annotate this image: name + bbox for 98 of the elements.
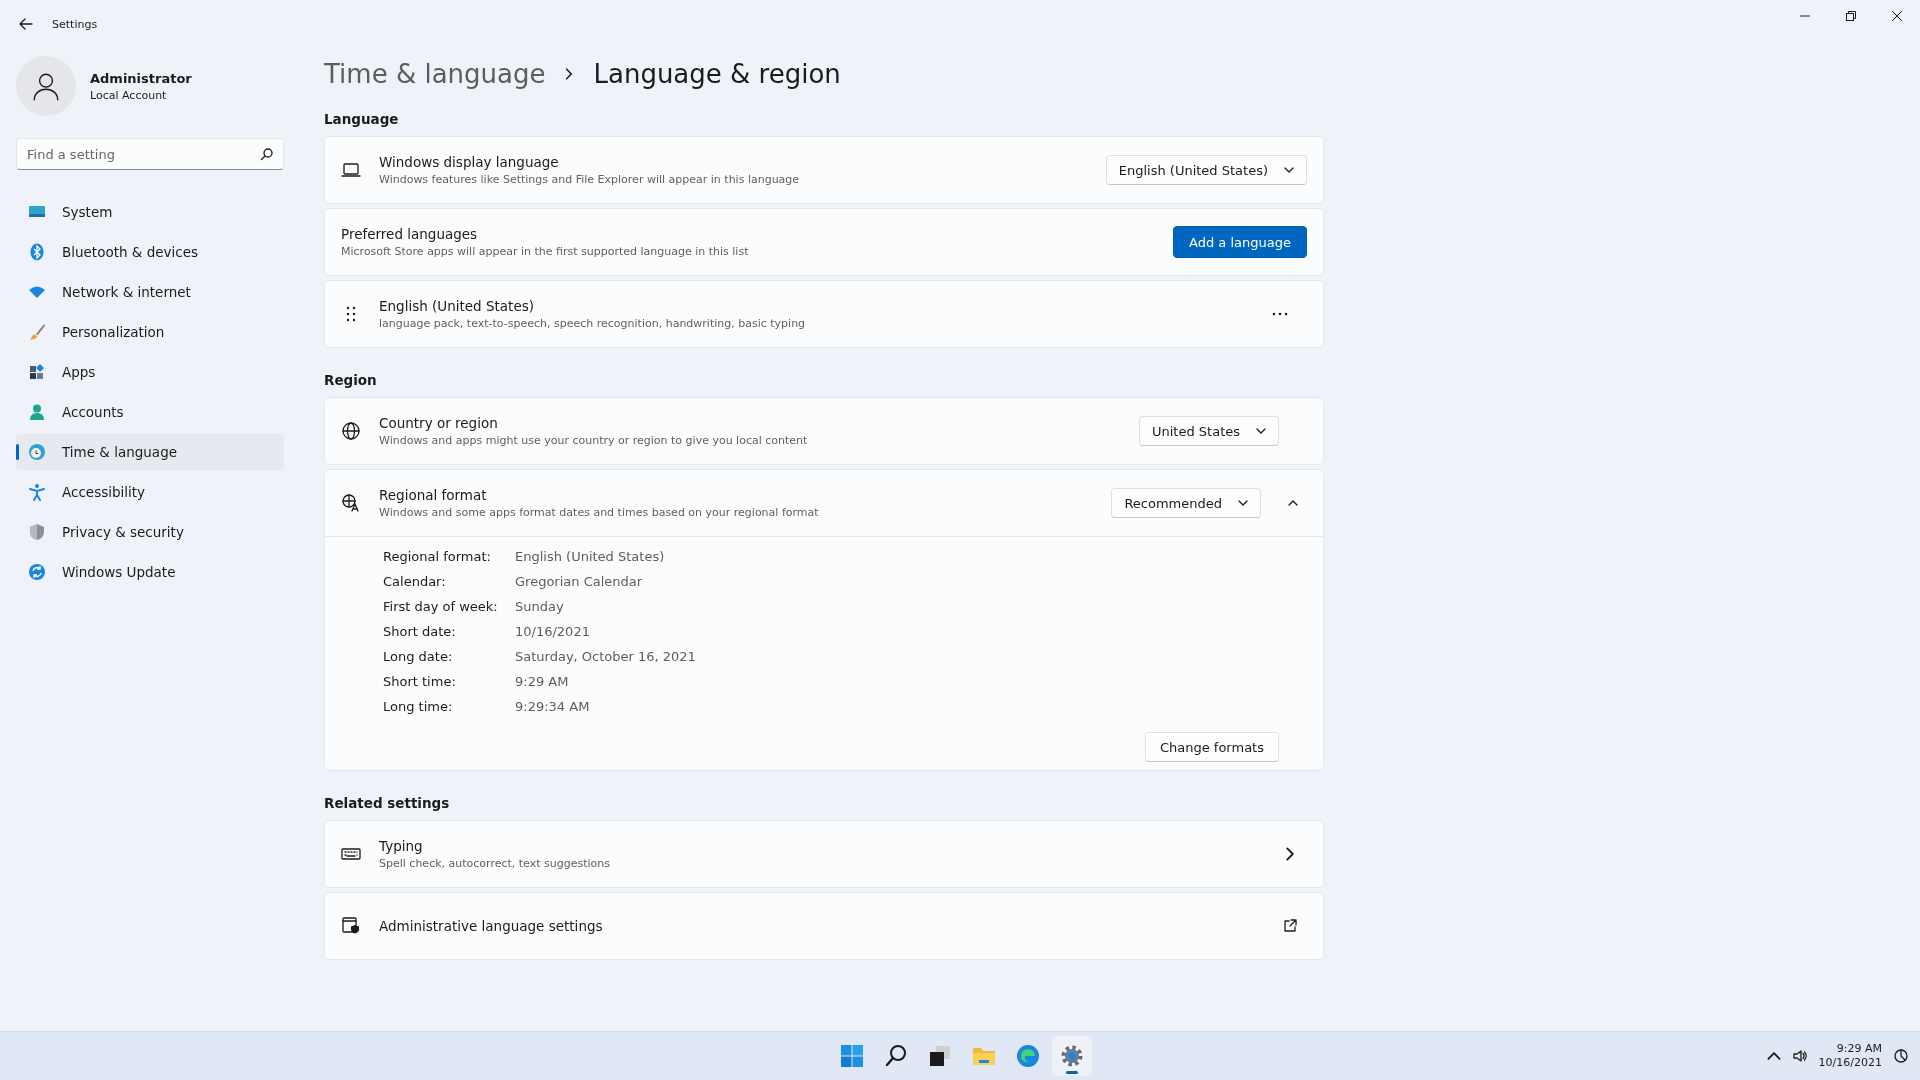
window-title: Settings bbox=[52, 17, 98, 31]
format-value: 10/16/2021 bbox=[515, 624, 591, 639]
format-label: Regional format: bbox=[383, 549, 492, 564]
account-type: Local Account bbox=[90, 88, 168, 102]
sidebar-item-label: System bbox=[62, 204, 113, 220]
sidebar-item[interactable]: Accessibility bbox=[16, 474, 284, 510]
search-icon bbox=[260, 147, 274, 161]
sidebar-item-label: Network & internet bbox=[62, 284, 191, 300]
close-icon[interactable] bbox=[1892, 11, 1902, 21]
setting-title: Country or region bbox=[379, 415, 499, 431]
sidebar-item[interactable]: System bbox=[16, 194, 284, 230]
related-setting-card[interactable]: Administrative language settings bbox=[324, 892, 1324, 960]
setting-description: Microsoft Store apps will appear in the first supported language in this list bbox=[341, 245, 750, 258]
active-indicator bbox=[1066, 1071, 1078, 1074]
sidebar-item-label: Accounts bbox=[62, 404, 124, 420]
clock-date[interactable]: 10/16/2021 bbox=[1818, 1056, 1882, 1070]
sidebar-item[interactable]: Personalization bbox=[16, 314, 284, 350]
sidebar-item-label: Apps bbox=[62, 364, 96, 380]
accessibility-icon bbox=[28, 483, 46, 501]
dropdown[interactable]: United States bbox=[1138, 416, 1279, 446]
setting-description: Windows and apps might use your country or region to give you local content bbox=[379, 434, 809, 447]
setting-description: Windows features like Settings and File Explorer will appear in this language bbox=[379, 173, 801, 186]
gear-icon bbox=[1060, 1044, 1084, 1068]
format-value: Gregorian Calendar bbox=[515, 574, 644, 589]
setting-title: Preferred languages bbox=[341, 226, 479, 242]
sidebar-item-label: Accessibility bbox=[62, 484, 146, 500]
sidebar-item[interactable]: Network & internet bbox=[16, 274, 284, 310]
sidebar-item[interactable]: Time & language bbox=[16, 434, 284, 470]
sidebar-item[interactable]: Privacy & security bbox=[16, 514, 284, 550]
format-label: First day of week: bbox=[383, 599, 499, 614]
setting-title: Administrative language settings bbox=[379, 918, 604, 934]
format-value: 9:29:34 AM bbox=[515, 699, 591, 714]
shield-icon bbox=[28, 523, 46, 541]
setting-title: Typing bbox=[379, 838, 424, 854]
section-heading: Region bbox=[324, 372, 378, 388]
sidebar-item-label: Windows Update bbox=[62, 564, 176, 580]
section-heading: Language bbox=[324, 111, 400, 127]
clock-time[interactable]: 9:29 AM bbox=[1836, 1042, 1882, 1056]
dropdown[interactable]: Recommended bbox=[1111, 488, 1261, 518]
user-name: Administrator bbox=[90, 70, 192, 86]
setting-description: Windows and some apps format dates and times based on your regional format bbox=[379, 506, 820, 519]
globe-clock-icon bbox=[28, 443, 46, 461]
back-arrow-icon[interactable] bbox=[18, 16, 34, 32]
format-value: English (United States) bbox=[515, 549, 666, 564]
apps-icon bbox=[28, 363, 46, 381]
bluetooth-icon bbox=[28, 243, 46, 261]
page-title: Language & region bbox=[593, 59, 841, 89]
windows-logo-icon bbox=[840, 1044, 864, 1068]
chevron-icon bbox=[1283, 847, 1297, 861]
sidebar-item-label: Privacy & security bbox=[62, 524, 184, 540]
dropdown[interactable]: English (United States) bbox=[1105, 155, 1307, 185]
external-link-icon bbox=[1283, 919, 1297, 933]
sidebar-item[interactable]: Bluetooth & devices bbox=[16, 234, 284, 270]
search-icon bbox=[884, 1044, 908, 1068]
format-label: Calendar: bbox=[383, 574, 447, 589]
admin-window-icon bbox=[341, 916, 361, 936]
brush-icon bbox=[28, 323, 46, 341]
language-format-icon bbox=[341, 493, 361, 513]
chevron-icon bbox=[1238, 498, 1248, 508]
refresh-icon bbox=[28, 563, 46, 581]
section-heading: Related settings bbox=[324, 795, 451, 811]
setting-description: Spell check, autocorrect, text suggestions bbox=[379, 857, 611, 870]
setting-title: Regional format bbox=[379, 487, 488, 503]
sidebar-item-label: Bluetooth & devices bbox=[62, 244, 199, 260]
add-language-button[interactable]: Add a language bbox=[1173, 226, 1307, 258]
person-icon bbox=[28, 403, 46, 421]
sidebar-item-label: Time & language bbox=[62, 444, 177, 460]
laptop-icon bbox=[341, 160, 361, 180]
format-label: Long date: bbox=[383, 649, 454, 664]
format-value: Sunday bbox=[515, 599, 565, 614]
language-card[interactable]: English (United States) language pack, text-to-speech, speech recognition, handwriting, basic typing bbox=[324, 280, 1324, 348]
search-field[interactable]: Find a setting bbox=[16, 138, 284, 170]
format-value: 9:29 AM bbox=[515, 674, 570, 689]
task-view-icon bbox=[928, 1044, 952, 1068]
expand-chevron-icon[interactable] bbox=[1288, 498, 1298, 508]
speaker-icon[interactable] bbox=[1792, 1049, 1807, 1063]
format-value: Saturday, October 16, 2021 bbox=[515, 649, 696, 664]
change-formats-button[interactable]: Change formats bbox=[1144, 732, 1279, 762]
setting-description: language pack, text-to-speech, speech recognition, handwriting, basic typing bbox=[379, 317, 807, 330]
sidebar-item[interactable]: Accounts bbox=[16, 394, 284, 430]
chevron-icon bbox=[1284, 165, 1294, 175]
more-options-icon[interactable] bbox=[1271, 311, 1289, 317]
setting-title: English (United States) bbox=[379, 298, 535, 314]
browser-icon bbox=[1016, 1044, 1040, 1068]
setting-title: Windows display language bbox=[379, 154, 560, 170]
restore-icon[interactable] bbox=[1846, 11, 1856, 21]
notification-icon[interactable] bbox=[1894, 1049, 1908, 1063]
format-label: Short time: bbox=[383, 674, 457, 689]
breadcrumb-link[interactable]: Time & language bbox=[324, 59, 546, 89]
sidebar-item-label: Personalization bbox=[62, 324, 165, 340]
chevron-icon bbox=[1256, 426, 1266, 436]
globe-icon bbox=[341, 421, 361, 441]
format-label: Short date: bbox=[383, 624, 457, 639]
chevron-icon[interactable] bbox=[1766, 1049, 1781, 1063]
format-label: Long time: bbox=[383, 699, 454, 714]
sidebar-item[interactable]: Windows Update bbox=[16, 554, 284, 590]
related-setting-card[interactable]: Typing Spell check, autocorrect, text suggestions bbox=[324, 820, 1324, 888]
sidebar-item[interactable]: Apps bbox=[16, 354, 284, 390]
